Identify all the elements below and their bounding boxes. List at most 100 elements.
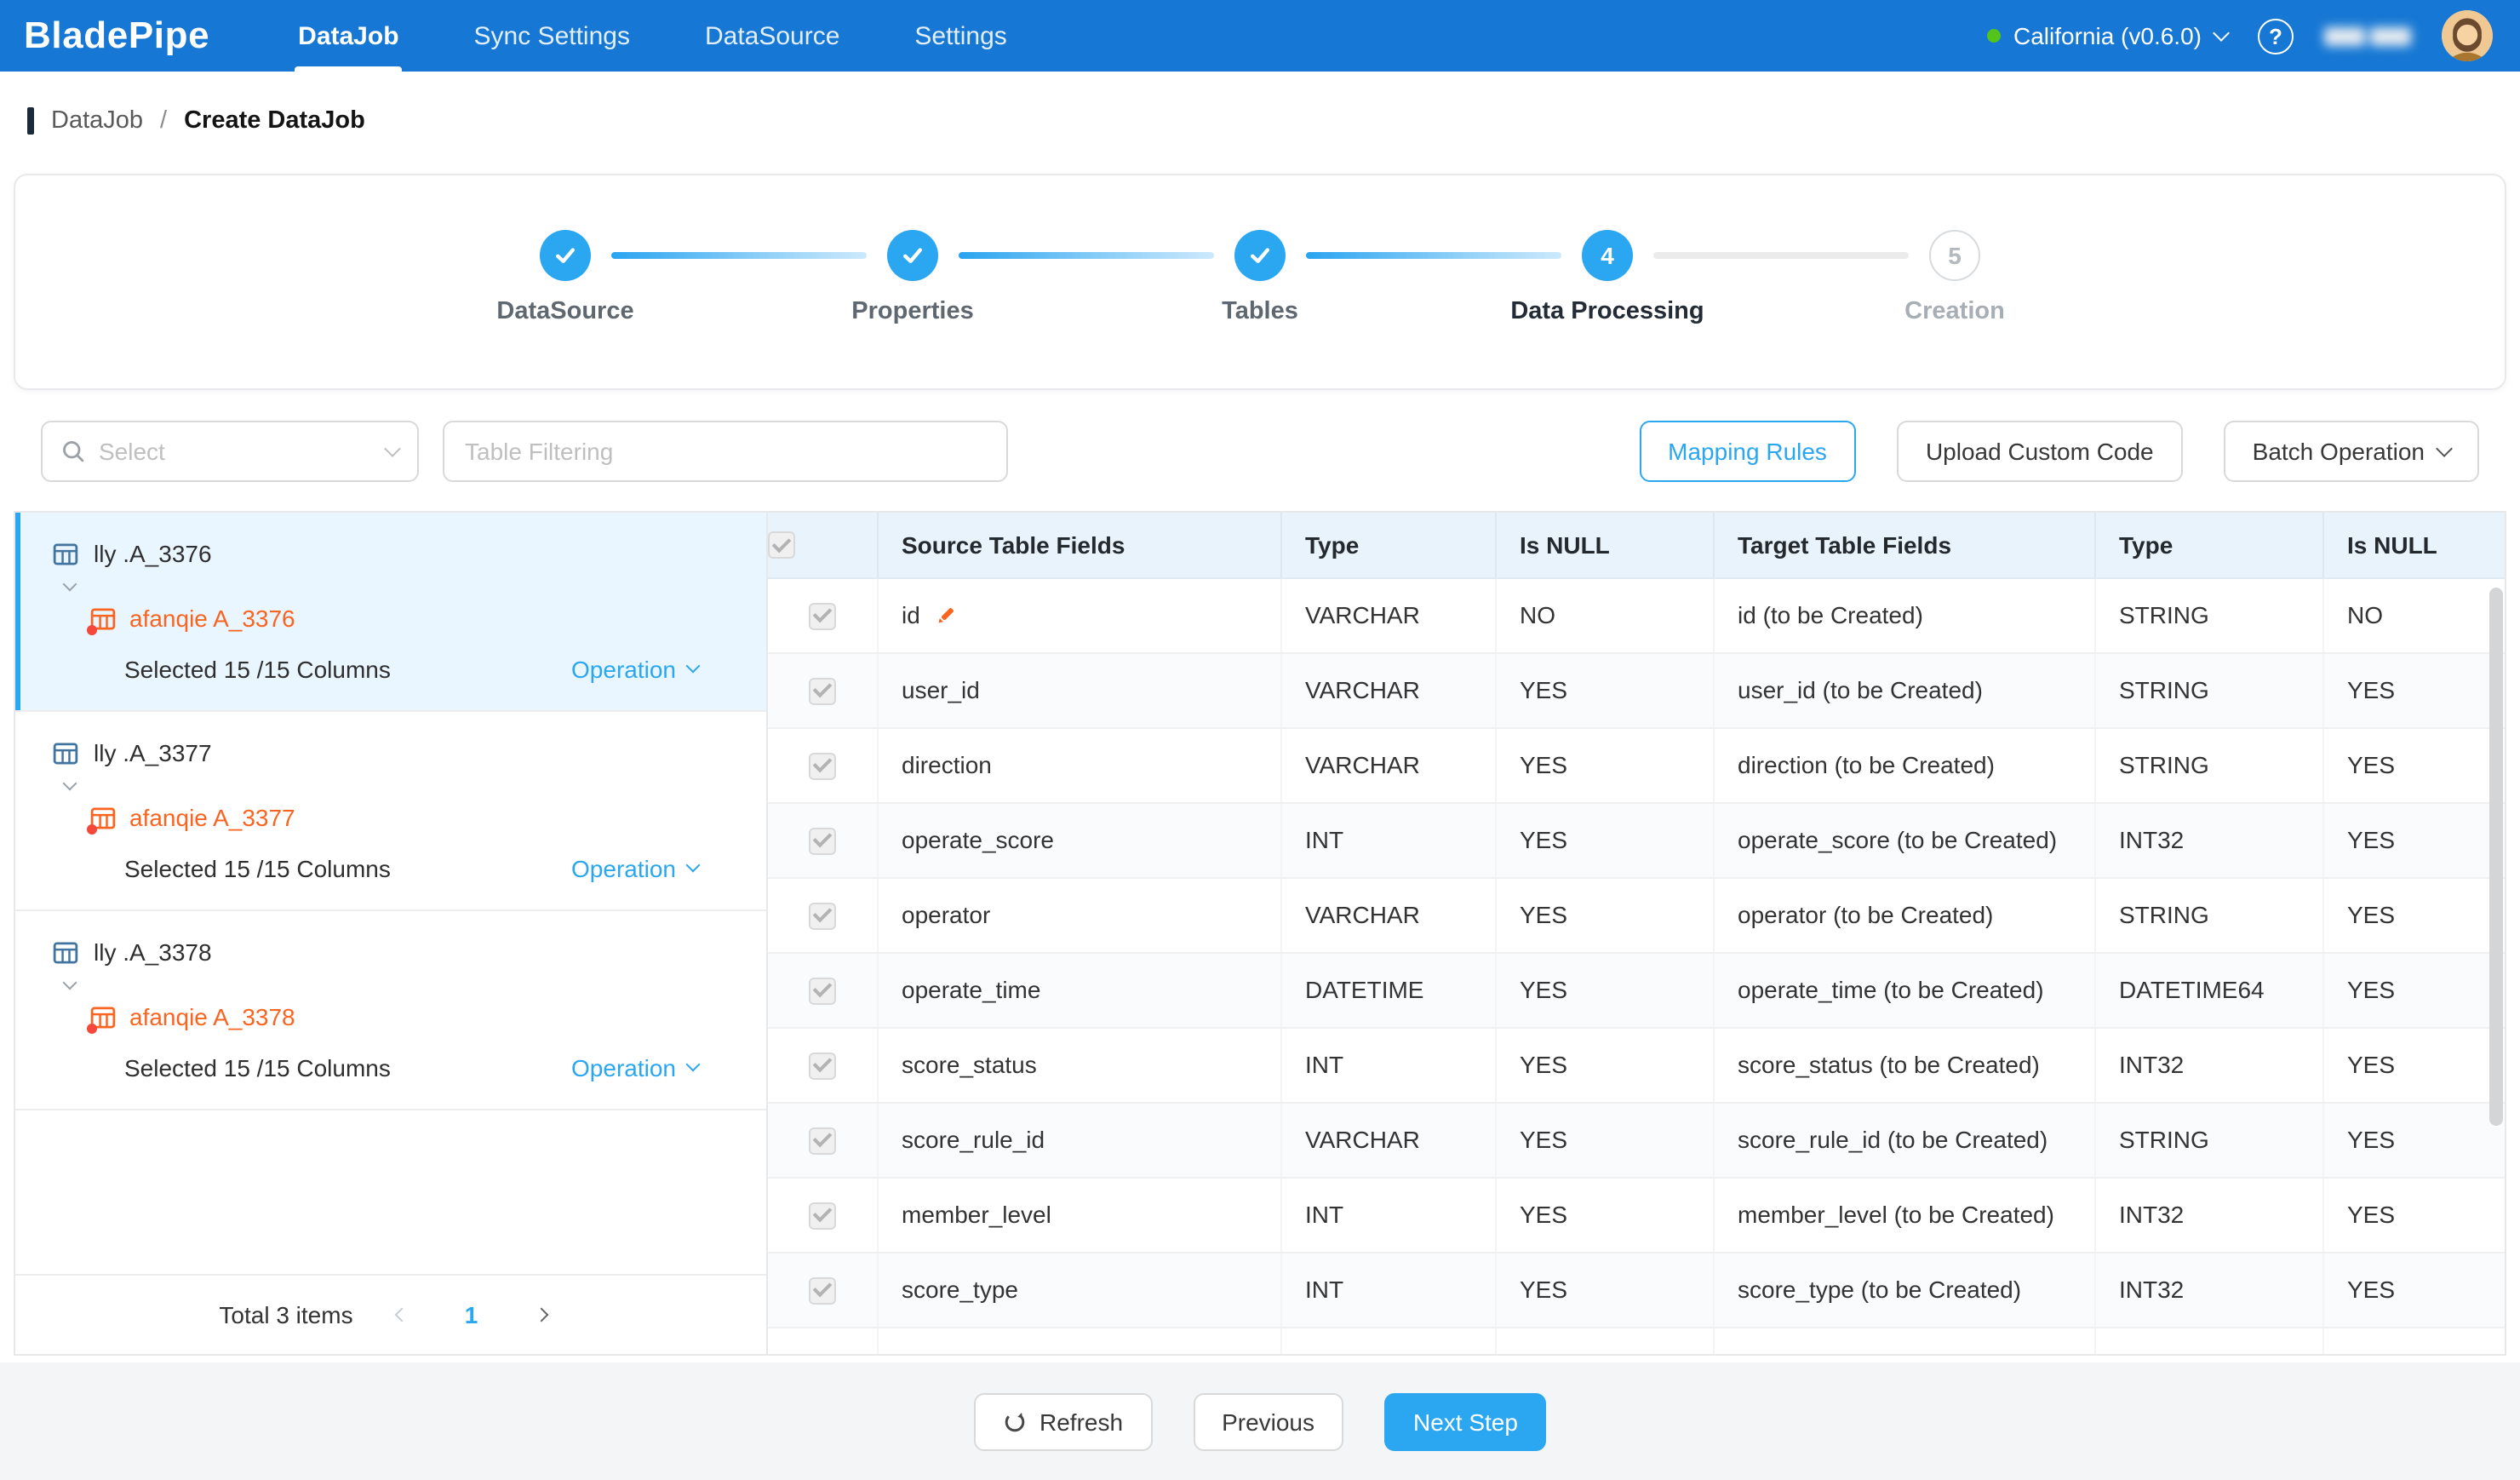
pagination-next[interactable] bbox=[520, 1293, 563, 1337]
field-row: operator VARCHAR YES operator (to be Cre… bbox=[768, 877, 2505, 952]
target-is-null: YES bbox=[2322, 1027, 2505, 1102]
row-select-cell bbox=[768, 877, 877, 952]
field-row-partial bbox=[768, 1327, 2505, 1354]
source-is-null: YES bbox=[1495, 1252, 1713, 1327]
source-field-type: INT bbox=[1280, 802, 1495, 877]
target-field-type: STRING bbox=[2094, 1102, 2322, 1177]
row-select-cell bbox=[768, 1177, 877, 1252]
chevron-down-icon bbox=[686, 858, 701, 873]
step-data-processing: 4Data Processing bbox=[1582, 230, 1633, 281]
avatar[interactable] bbox=[2442, 10, 2493, 61]
upload-custom-code-button[interactable]: Upload Custom Code bbox=[1897, 421, 2183, 482]
top-nav: BladePipe DataJobSync SettingsDataSource… bbox=[0, 0, 2520, 72]
source-table-icon bbox=[53, 939, 78, 965]
target-table-icon bbox=[90, 1004, 116, 1030]
toolbar: Select Mapping Rules Upload Custom Code … bbox=[41, 421, 2479, 482]
step-number: 4 bbox=[1601, 242, 1614, 269]
nav-right: California (v0.6.0) ? bbox=[1986, 10, 2520, 61]
scrollbar-thumb[interactable] bbox=[2489, 588, 2503, 1126]
target-field-type: INT32 bbox=[2094, 802, 2322, 877]
pagination-page-current[interactable]: 1 bbox=[450, 1293, 493, 1337]
target-table-name: afanqie A_3378 bbox=[129, 1003, 295, 1030]
next-step-button[interactable]: Next Step bbox=[1384, 1392, 1547, 1450]
check-icon bbox=[1248, 244, 1272, 267]
row-checkbox bbox=[809, 602, 836, 629]
row-checkbox bbox=[809, 1127, 836, 1154]
row-checkbox bbox=[809, 977, 836, 1004]
table-warning-badge bbox=[87, 1023, 97, 1033]
nav-item-settings[interactable]: Settings bbox=[877, 0, 1044, 72]
operation-link[interactable]: Operation bbox=[571, 656, 698, 683]
breadcrumb-item-datajob[interactable]: DataJob bbox=[51, 107, 143, 135]
fields-table: Source Table Fields Type Is NULL Target … bbox=[768, 513, 2505, 1354]
table-pair-item[interactable]: lly .A_3377 afanqie A_3377 Selected 15 /… bbox=[15, 712, 766, 911]
fields-table-panel: Source Table Fields Type Is NULL Target … bbox=[768, 513, 2505, 1354]
row-select-cell bbox=[768, 1252, 877, 1327]
fields-table-body: id VARCHAR NO id (to be Created) STRING … bbox=[768, 577, 2505, 1354]
edit-field-icon[interactable] bbox=[936, 605, 958, 628]
expand-chevron-icon[interactable] bbox=[63, 577, 77, 592]
source-is-null: YES bbox=[1495, 1102, 1713, 1177]
nav-item-sync-settings[interactable]: Sync Settings bbox=[437, 0, 667, 72]
target-is-null: YES bbox=[2322, 727, 2505, 802]
batch-operation-button[interactable]: Batch Operation bbox=[2224, 421, 2479, 482]
app-logo[interactable]: BladePipe bbox=[24, 14, 209, 58]
help-icon[interactable]: ? bbox=[2258, 18, 2294, 54]
source-table-icon bbox=[53, 740, 78, 766]
previous-button[interactable]: Previous bbox=[1193, 1392, 1343, 1450]
nav-item-datasource[interactable]: DataSource bbox=[667, 0, 877, 72]
source-is-null: NO bbox=[1495, 577, 1713, 652]
breadcrumb: DataJob / Create DataJob bbox=[27, 99, 2520, 143]
column-header-source-isnull: Is NULL bbox=[1495, 513, 1713, 577]
source-table-row: lly .A_3377 bbox=[15, 739, 766, 766]
mapping-rules-button[interactable]: Mapping Rules bbox=[1639, 421, 1856, 482]
source-is-null: YES bbox=[1495, 652, 1713, 727]
source-field-type: VARCHAR bbox=[1280, 877, 1495, 952]
table-filter-input[interactable] bbox=[443, 421, 1008, 482]
row-checkbox bbox=[809, 827, 836, 854]
table-select-dropdown[interactable]: Select bbox=[41, 421, 419, 482]
target-field-name: score_rule_id (to be Created) bbox=[1713, 1102, 2094, 1177]
target-field-name: operate_score (to be Created) bbox=[1713, 802, 2094, 877]
chevron-right-icon bbox=[534, 1308, 548, 1322]
target-field-name: score_status (to be Created) bbox=[1713, 1027, 2094, 1102]
status-dot-icon bbox=[1986, 29, 2000, 43]
chevron-down-icon bbox=[384, 439, 401, 456]
target-is-null: YES bbox=[2322, 877, 2505, 952]
source-table-row: lly .A_3376 bbox=[15, 540, 766, 567]
step-circle bbox=[540, 230, 591, 281]
nav-item-datajob[interactable]: DataJob bbox=[261, 0, 436, 72]
selected-columns-text: Selected 15 /15 Columns bbox=[124, 855, 391, 882]
list-footer: Total 3 items 1 bbox=[15, 1274, 766, 1354]
chevron-down-icon bbox=[2436, 439, 2453, 456]
target-is-null: YES bbox=[2322, 652, 2505, 727]
source-is-null: YES bbox=[1495, 1027, 1713, 1102]
expand-chevron-icon[interactable] bbox=[63, 976, 77, 990]
operation-link[interactable]: Operation bbox=[571, 1054, 698, 1081]
table-pair-item[interactable]: lly .A_3376 afanqie A_3376 Selected 15 /… bbox=[15, 513, 766, 712]
step-tables: Tables bbox=[1234, 230, 1286, 281]
target-field-name: score_type (to be Created) bbox=[1713, 1252, 2094, 1327]
refresh-button[interactable]: Refresh bbox=[973, 1392, 1152, 1450]
row-checkbox bbox=[809, 1202, 836, 1229]
row-select-cell bbox=[768, 952, 877, 1027]
step-connector bbox=[959, 252, 1214, 259]
table-pair-item[interactable]: lly .A_3378 afanqie A_3378 Selected 15 /… bbox=[15, 911, 766, 1110]
target-field-type: STRING bbox=[2094, 727, 2322, 802]
target-field-type: INT32 bbox=[2094, 1252, 2322, 1327]
row-checkbox bbox=[809, 752, 836, 779]
chevron-left-icon bbox=[394, 1308, 409, 1322]
expand-chevron-icon[interactable] bbox=[63, 777, 77, 791]
operation-link[interactable]: Operation bbox=[571, 855, 698, 882]
target-table-row: afanqie A_3376 bbox=[15, 605, 766, 632]
region-selector[interactable]: California (v0.6.0) bbox=[1986, 22, 2227, 49]
step-circle: 5 bbox=[1929, 230, 1980, 281]
avatar-image bbox=[2442, 10, 2493, 61]
target-field-type: STRING bbox=[2094, 652, 2322, 727]
row-select-cell bbox=[768, 1102, 877, 1177]
step-label: Properties bbox=[851, 298, 973, 325]
step-properties: Properties bbox=[887, 230, 938, 281]
source-is-null: YES bbox=[1495, 727, 1713, 802]
previous-label: Previous bbox=[1222, 1408, 1314, 1435]
row-checkbox bbox=[809, 677, 836, 704]
